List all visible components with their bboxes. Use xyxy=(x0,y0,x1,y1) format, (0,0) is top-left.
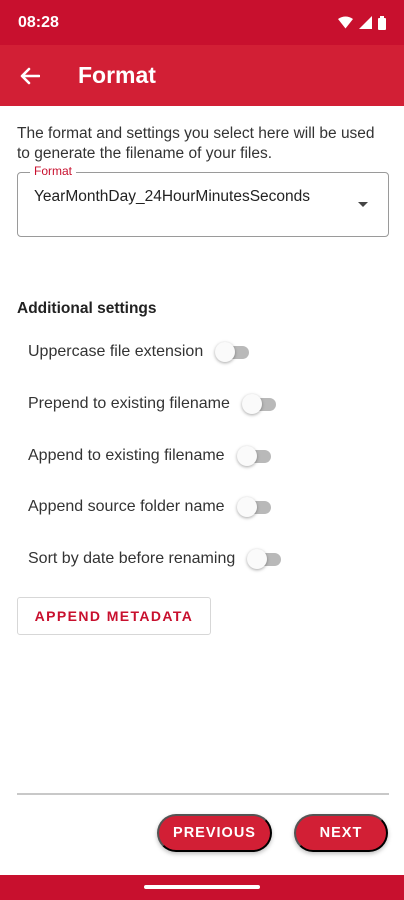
status-time: 08:28 xyxy=(18,13,59,31)
toggle-label: Uppercase file extension xyxy=(28,343,204,360)
format-value: YearMonthDay_24HourMinutesSeconds xyxy=(34,188,311,205)
format-label: Format xyxy=(30,164,77,178)
page-title: Format xyxy=(78,62,156,88)
toggle-row-sort-by-date[interactable]: Sort by date before renaming xyxy=(28,549,282,569)
toggle-row-append-filename[interactable]: Append to existing filename xyxy=(28,446,271,466)
footer-divider xyxy=(17,793,389,795)
status-icons xyxy=(338,15,386,30)
next-button[interactable]: NEXT xyxy=(294,814,388,852)
toggle-switch[interactable] xyxy=(236,446,271,466)
toggle-row-append-folder-name[interactable]: Append source folder name xyxy=(28,497,271,517)
toggle-label: Append source folder name xyxy=(28,498,225,515)
battery-icon xyxy=(378,15,386,30)
back-button[interactable] xyxy=(0,45,60,106)
toggle-label: Append to existing filename xyxy=(28,447,225,464)
toggle-row-prepend-filename[interactable]: Prepend to existing filename xyxy=(28,394,276,414)
arrow-left-icon xyxy=(20,67,40,84)
wifi-icon xyxy=(338,16,353,29)
toggle-switch[interactable] xyxy=(215,342,250,362)
intro-text: The format and settings you select here … xyxy=(17,125,375,162)
app-bar: Format xyxy=(0,45,404,106)
append-metadata-button[interactable]: APPEND METADATA xyxy=(17,597,211,635)
home-indicator[interactable] xyxy=(144,885,260,889)
status-bar: 08:28 xyxy=(0,0,404,45)
toggle-switch[interactable] xyxy=(247,549,282,569)
toggle-switch[interactable] xyxy=(236,497,271,517)
format-dropdown[interactable]: Format YearMonthDay_24HourMinutesSeconds xyxy=(17,164,389,237)
toggle-label: Sort by date before renaming xyxy=(28,550,236,567)
toggle-row-uppercase-extension[interactable]: Uppercase file extension xyxy=(28,342,250,362)
navigation-bar xyxy=(0,875,404,900)
dropdown-arrow-icon xyxy=(358,202,368,207)
toggle-switch[interactable] xyxy=(241,394,276,414)
signal-icon xyxy=(359,16,372,29)
toggle-label: Prepend to existing filename xyxy=(28,395,230,412)
previous-button[interactable]: PREVIOUS xyxy=(157,814,272,852)
additional-settings-title: Additional settings xyxy=(17,300,157,317)
